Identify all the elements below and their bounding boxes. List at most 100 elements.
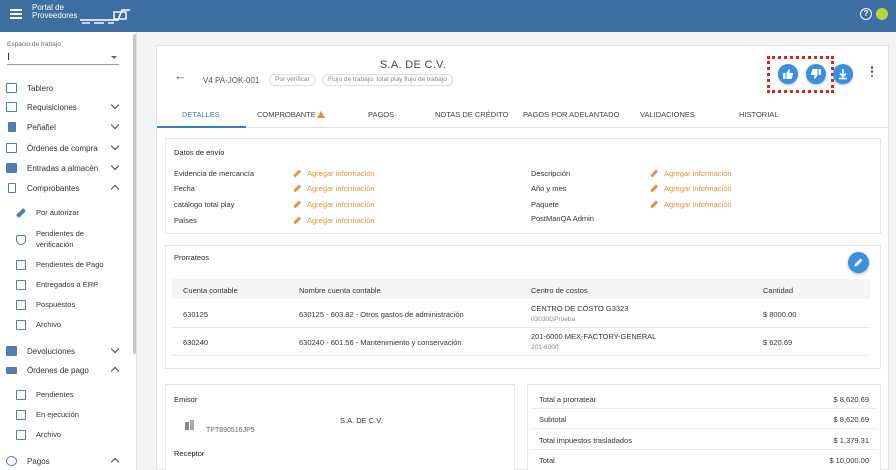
field-label: PostManQA Admin (531, 214, 594, 223)
sidebar-item-label: Requisiciones (27, 102, 77, 112)
add-info-link[interactable]: Agregar información (650, 200, 732, 209)
menu-icon[interactable] (10, 9, 22, 19)
sidebar-item-devoluciones[interactable]: Devoluciones (0, 342, 130, 360)
divider (531, 408, 877, 409)
prorrateos-title: Prorrateos (174, 253, 210, 262)
active-tab-indicator (157, 126, 246, 128)
cell-centro: 201-6000 MEX-FACTORY-GENERAL (531, 332, 657, 341)
field-label: Evidencia de mercancía (174, 169, 255, 178)
chevron-up-icon (110, 366, 120, 376)
chevron-up-icon (110, 457, 120, 467)
app-logo[interactable]: Portal de Proveedores (32, 4, 130, 24)
sidebar-item-label: Pagos (27, 456, 50, 466)
add-info-link[interactable]: Agregar información (293, 216, 375, 225)
tab-detalles[interactable]: DETALLES (182, 110, 220, 119)
receptor-title: Receptor (174, 449, 205, 458)
tab-validaciones[interactable]: VALIDACIONES (640, 110, 695, 119)
approve-button[interactable] (778, 64, 798, 84)
shield-icon (16, 235, 26, 245)
total-label: Total a prorratear (539, 395, 597, 404)
tab-pagos-adelantado[interactable]: PAGOS POR ADELANTADO (523, 110, 619, 119)
sidebar-subitem-label: Entregados a ERP (36, 280, 99, 289)
cell-cantidad: $ 8000.00 (763, 310, 797, 319)
total-value: $ 1,379.31 (833, 436, 869, 445)
total-value: $ 8,620.69 (833, 395, 869, 404)
thumbs-up-icon (783, 69, 793, 79)
download-icon (839, 69, 847, 80)
field-label: Año y mes (531, 184, 567, 193)
chevron-down-icon (110, 120, 120, 130)
field-label: Paquete (531, 200, 559, 209)
row-divider (172, 327, 870, 328)
warehouse-truck-icon (6, 163, 17, 173)
help-icon[interactable]: ? (860, 8, 872, 20)
avatar[interactable] (876, 8, 888, 20)
sidebar-item-tablero[interactable]: Tablero (0, 79, 130, 97)
tab-comprobante[interactable]: COMPROBANTE (257, 110, 325, 119)
tab-historial[interactable]: HISTORIAL (739, 110, 778, 119)
add-info-label: Agregar información (307, 200, 375, 209)
sidebar-item-ordenes-pago[interactable]: Órdenes de pago (0, 361, 130, 379)
datos-envio-card (165, 138, 881, 234)
column-header: Nombre cuenta contable (299, 286, 381, 295)
checklist-icon (16, 410, 26, 420)
download-button[interactable] (833, 64, 853, 84)
add-info-link[interactable]: Agregar información (650, 169, 732, 178)
sidebar: Espacio de trabajo Tablero Requisiciones… (0, 32, 137, 470)
workflow-badge: Flujo de trabajo: total play flujo de tr… (322, 74, 453, 86)
workspace-label: Espacio de trabajo (7, 41, 61, 48)
workspace-select[interactable] (7, 51, 119, 65)
sidebar-item-label: Órdenes de pago (27, 365, 89, 375)
total-value: $ 10,000.00 (829, 456, 869, 465)
cart-logo-icon (80, 9, 130, 24)
add-info-link[interactable]: Agregar información (650, 184, 732, 193)
checklist-icon (16, 280, 26, 290)
reject-button[interactable] (806, 64, 826, 84)
sidebar-item-penafiel[interactable]: Peñafiel (0, 118, 130, 136)
chart-icon (16, 390, 26, 400)
archive-icon (16, 430, 26, 440)
row-divider (172, 355, 870, 356)
tab-notas-credito[interactable]: NOTAS DE CRÉDITO (435, 110, 508, 119)
sidebar-subitem-label: Archivo (36, 320, 62, 329)
sidebar-scrollbar[interactable] (133, 34, 136, 354)
more-options-icon[interactable] (868, 66, 876, 80)
pencil-icon (293, 184, 301, 192)
chevron-up-icon (110, 184, 120, 194)
divider (531, 428, 877, 429)
sidebar-item-ordenes-compra[interactable]: Órdenes de compra (0, 139, 130, 157)
edit-button[interactable] (848, 252, 869, 273)
clock-icon (16, 300, 26, 310)
emisor-name: S.A. DE C.V. (340, 416, 383, 425)
add-info-label: Agregar información (664, 169, 732, 178)
thumbs-down-icon (811, 69, 821, 79)
total-label: Total (539, 456, 555, 465)
sidebar-item-comprobantes[interactable]: Comprobantes (0, 179, 130, 197)
sidebar-item-label: Comprobantes (27, 183, 80, 193)
sidebar-item-label: Devoluciones (27, 346, 76, 356)
add-info-link[interactable]: Agregar información (293, 200, 375, 209)
sidebar-item-label: Peñafiel (27, 122, 56, 132)
tab-pagos[interactable]: PAGOS (368, 110, 394, 119)
cell-cuenta: 630125 (183, 310, 209, 319)
chart-icon (16, 260, 26, 270)
document-id: V4 PA-JOK-001 (203, 76, 260, 85)
back-arrow-icon[interactable]: ← (174, 68, 187, 83)
pencil-icon (293, 216, 301, 224)
pencil-icon (293, 200, 301, 208)
sidebar-item-entradas[interactable]: Entradas a almacén (0, 159, 130, 177)
sidebar-item-label: Órdenes de compra (27, 143, 98, 153)
sidebar-item-pagos[interactable]: Pagos (0, 452, 130, 470)
add-info-link[interactable]: Agregar información (293, 169, 375, 178)
archive-icon (16, 320, 26, 330)
sidebar-subitem-label: Pendientes de Pago (36, 260, 104, 269)
pencil-icon (650, 184, 658, 192)
requisitions-icon (6, 102, 17, 112)
prorrateos-card (165, 245, 881, 369)
column-header: Centro de costos (531, 286, 588, 295)
payments-icon (6, 456, 17, 466)
add-info-link[interactable]: Agregar información (293, 184, 375, 193)
column-header: Cantidad (763, 286, 794, 295)
sidebar-item-requisiciones[interactable]: Requisiciones (0, 98, 130, 116)
payment-orders-icon (6, 366, 17, 374)
